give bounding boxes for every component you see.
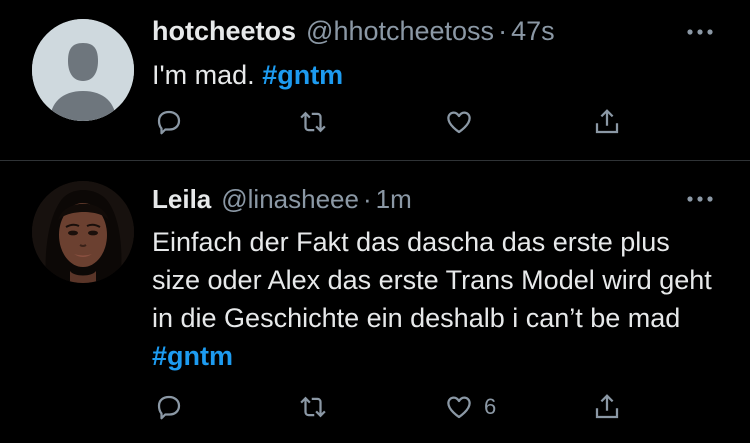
heart-icon: [447, 396, 471, 419]
heart-icon: [447, 111, 471, 134]
display-name[interactable]: hotcheetos: [152, 16, 296, 47]
tweet-actions: [152, 104, 672, 144]
reply-button[interactable]: [154, 104, 184, 140]
tweet-actions: 6: [152, 389, 672, 429]
retweet-button[interactable]: [298, 104, 328, 140]
retweet-icon: [300, 396, 326, 418]
like-button[interactable]: 6: [444, 389, 496, 425]
reply-icon: [157, 110, 181, 135]
timestamp[interactable]: 1m: [376, 184, 412, 215]
share-button[interactable]: [592, 104, 622, 140]
tweet-text: Einfach der Fakt das dascha das erste pl…: [152, 223, 712, 375]
tweet-text: I'm mad. #gntm: [152, 58, 712, 92]
reply-button[interactable]: [154, 389, 184, 425]
timeline: hotcheetos @hhotcheetoss · 47s I'm mad. …: [0, 0, 750, 443]
retweet-icon: [300, 111, 326, 133]
user-handle[interactable]: @hhotcheetoss: [306, 16, 494, 47]
share-icon: [595, 109, 619, 134]
avatar[interactable]: [32, 181, 134, 283]
hashtag-link[interactable]: #gntm: [262, 60, 343, 90]
tweet-body: Einfach der Fakt das dascha das erste pl…: [152, 227, 712, 333]
more-options-icon[interactable]: [686, 195, 714, 203]
display-name[interactable]: Leila: [152, 184, 211, 215]
like-count: 6: [484, 394, 497, 419]
retweet-button[interactable]: [298, 389, 328, 425]
tweet-header: hotcheetos @hhotcheetoss · 47s: [152, 16, 555, 47]
tweet[interactable]: hotcheetos @hhotcheetoss · 47s I'm mad. …: [0, 0, 750, 160]
more-options-icon[interactable]: [686, 28, 714, 36]
hashtag-link[interactable]: #gntm: [152, 341, 233, 371]
separator: ·: [498, 16, 508, 46]
avatar[interactable]: [32, 19, 134, 121]
default-avatar-icon: [32, 19, 134, 121]
reply-icon: [157, 395, 181, 420]
share-button[interactable]: [592, 389, 622, 425]
profile-photo: [32, 181, 134, 283]
like-button[interactable]: [444, 104, 484, 140]
tweet-header: Leila @linasheee · 1m: [152, 184, 412, 215]
share-icon: [595, 394, 619, 419]
tweet-body: I'm mad.: [152, 60, 263, 90]
timestamp[interactable]: 47s: [511, 16, 555, 47]
separator: ·: [362, 184, 372, 214]
user-handle[interactable]: @linasheee: [221, 184, 359, 215]
tweet[interactable]: Leila @linasheee · 1m Einfach der Fakt d…: [0, 161, 750, 443]
